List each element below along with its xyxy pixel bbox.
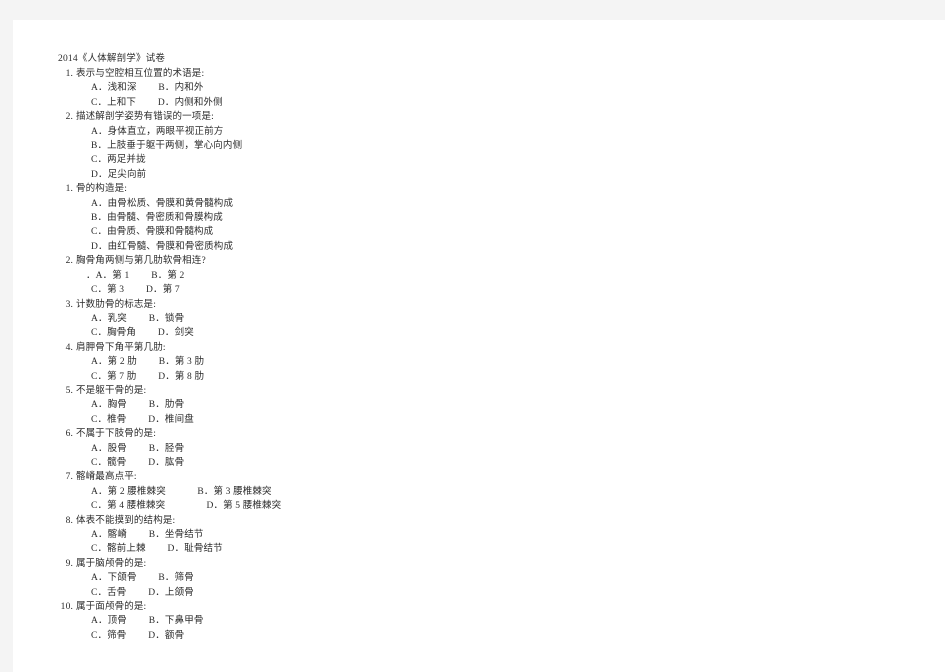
question-stem: 2. 胸骨角两侧与第几肋软骨相连? xyxy=(58,254,618,268)
question-text: 表示与空腔相互位置的术语是: xyxy=(76,69,205,79)
question-item: 6. 不属于下肢骨的是: A．股骨 B．胫骨 C．髋骨 D．肱骨 xyxy=(58,427,618,470)
option-row: A．第 2 肋 B．第 3 肋 xyxy=(91,357,205,368)
option-row: C．第 7 肋 D．第 8 肋 xyxy=(91,371,205,382)
question-text: 髂嵴最高点平: xyxy=(76,472,137,483)
page-title: 2014《人体解剖学》试卷 xyxy=(58,54,166,64)
question-stem: 3. 计数肋骨的标志是: xyxy=(58,298,618,312)
question-item: 7. 髂嵴最高点平: A．第 2 腰椎棘突 B．第 3 腰椎棘突 C．第 4 腰椎… xyxy=(58,470,618,513)
question-number: 9. xyxy=(65,558,73,569)
option-row: C．由骨质、骨膜和骨髓构成 xyxy=(91,227,214,238)
option-row: A．浅和深 B．内和外 xyxy=(91,83,204,94)
option-row: C．髋骨 D．肱骨 xyxy=(91,457,185,468)
option-row: D．足尖向前 xyxy=(91,169,147,180)
option-row: A．股骨 B．胫骨 xyxy=(91,443,185,454)
question-number: 5. xyxy=(65,385,73,396)
question-number: 8. xyxy=(65,515,73,526)
question-text: 计数肋骨的标志是: xyxy=(76,299,156,310)
question-stem: 6. 不属于下肢骨的是: xyxy=(58,427,618,441)
question-number: 3. xyxy=(65,299,73,310)
question-number: 2. xyxy=(65,256,73,267)
option-row: A．髂嵴 B．坐骨结节 xyxy=(91,530,204,540)
question-stem: 1. 表示与空腔相互位置的术语是: xyxy=(58,67,618,81)
question-number: 10. xyxy=(60,602,73,613)
option-row: D．由红骨髓、骨膜和骨密质构成 xyxy=(91,241,234,252)
option-row: C．两足并拢 xyxy=(91,155,146,166)
question-number: 6. xyxy=(65,429,73,440)
question-text: 骨的构造是: xyxy=(76,184,128,195)
question-item: 2. 描述解剖学姿势有错误的一项是: A．身体直立，两眼平视正前方 B．上肢垂于躯… xyxy=(58,110,618,182)
question-stem: 10. 属于面颅骨的是: xyxy=(58,600,618,614)
option-row: A．顶骨 B．下鼻甲骨 xyxy=(91,616,204,627)
question-item: 5. 不是躯干骨的是: A．胸骨 B．肋骨 C．椎骨 D．椎间盘 xyxy=(58,384,618,427)
question-stem: 9. 属于脑颅骨的是: xyxy=(58,557,618,571)
question-item: 2. 胸骨角两侧与第几肋软骨相连? ．A．第 1 B．第 2 C．第 3 D．第 … xyxy=(58,254,618,297)
option-row: A．第 2 腰椎棘突 B．第 3 腰椎棘突 xyxy=(91,486,272,497)
question-item: 9. 属于脑颅骨的是: A．下颌骨 B．筛骨 C．舌骨 D．上颌骨 xyxy=(58,557,618,600)
option-row: C．舌骨 D．上颌骨 xyxy=(91,587,194,598)
scanned-page: 2014《人体解剖学》试卷 1. 表示与空腔相互位置的术语是: A．浅和深 B．内… xyxy=(13,20,945,672)
question-item: 1. 表示与空腔相互位置的术语是: A．浅和深 B．内和外 C．上和下 D．内侧和… xyxy=(58,67,618,110)
question-item: 4. 肩胛骨下角平第几肋: A．第 2 肋 B．第 3 肋 C．第 7 肋 D．第… xyxy=(58,341,618,384)
option-row: A．由骨松质、骨膜和黄骨髓构成 xyxy=(91,198,234,209)
question-text: 属于面颅骨的是: xyxy=(76,602,147,613)
question-item: 1. 骨的构造是: A．由骨松质、骨膜和黄骨髓构成 B．由骨髓、骨密质和骨膜构成 … xyxy=(58,182,618,254)
question-text: 描述解剖学姿势有错误的一项是: xyxy=(76,112,214,123)
question-item: 3. 计数肋骨的标志是: A．乳突 B．锁骨 C．胸骨角 D．剑突 xyxy=(58,298,618,341)
question-stem: 2. 描述解剖学姿势有错误的一项是: xyxy=(58,110,618,124)
question-text: 不属于下肢骨的是: xyxy=(76,429,156,440)
option-row: A．乳突 B．锁骨 xyxy=(91,313,185,324)
question-text: 不是躯干骨的是: xyxy=(76,385,147,396)
option-row: C．上和下 D．内侧和外侧 xyxy=(91,97,223,108)
question-stem: 4. 肩胛骨下角平第几肋: xyxy=(58,341,618,355)
option-row: C．第 4 腰椎棘突 D．第 5 腰椎棘突 xyxy=(91,501,282,512)
question-number: 4. xyxy=(65,342,73,353)
option-row: B．上肢垂于躯干两侧，掌心向内侧 xyxy=(91,141,243,152)
question-item: 8. 体表不能摸到的结构是: A．髂嵴 B．坐骨结节 C．髂前上棘 D．耻骨结节 xyxy=(58,514,618,557)
question-stem: 7. 髂嵴最高点平: xyxy=(58,470,618,484)
question-stem: 1. 骨的构造是: xyxy=(58,182,618,196)
option-row: C．第 3 D．第 7 xyxy=(91,285,180,296)
question-stem: 8. 体表不能摸到的结构是: xyxy=(58,514,618,528)
question-text: 胸骨角两侧与第几肋软骨相连? xyxy=(76,256,206,267)
option-row: ．A．第 1 B．第 2 xyxy=(86,270,185,281)
option-row: C．髂前上棘 D．耻骨结节 xyxy=(91,544,223,555)
question-number: 7. xyxy=(65,472,73,483)
question-number: 1. xyxy=(65,69,73,79)
question-text: 肩胛骨下角平第几肋: xyxy=(76,342,166,353)
question-number: 1. xyxy=(65,184,73,195)
question-stem: 5. 不是躯干骨的是: xyxy=(58,384,618,398)
question-text: 体表不能摸到的结构是: xyxy=(76,515,176,526)
option-row: A．身体直立，两眼平视正前方 xyxy=(91,126,224,137)
question-item: 10. 属于面颅骨的是: A．顶骨 B．下鼻甲骨 C．筛骨 D．额骨 xyxy=(58,600,618,643)
option-row: A．胸骨 B．肋骨 xyxy=(91,400,185,411)
option-row: C．胸骨角 D．剑突 xyxy=(91,328,194,339)
option-row: C．筛骨 D．额骨 xyxy=(91,630,185,641)
option-row: A．下颌骨 B．筛骨 xyxy=(91,573,194,584)
question-number: 2. xyxy=(65,112,73,123)
option-row: C．椎骨 D．椎间盘 xyxy=(91,414,194,425)
document-content: 2014《人体解剖学》试卷 1. 表示与空腔相互位置的术语是: A．浅和深 B．内… xyxy=(58,52,618,643)
option-row: B．由骨髓、骨密质和骨膜构成 xyxy=(91,213,223,224)
question-text: 属于脑颅骨的是: xyxy=(76,558,147,569)
